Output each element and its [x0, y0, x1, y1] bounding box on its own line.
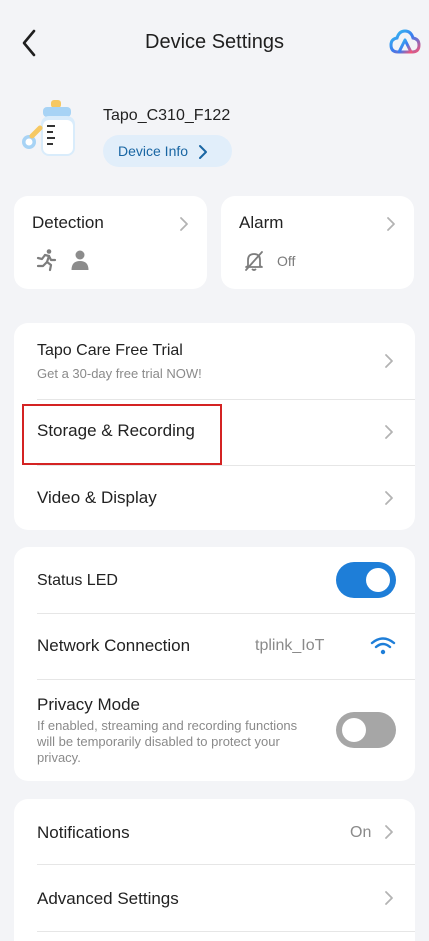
- tapo-care-row[interactable]: Tapo Care Free Trial Get a 30-day free t…: [14, 323, 414, 399]
- alarm-status: Off: [243, 250, 295, 272]
- highlight-box: [22, 404, 222, 465]
- detection-title: Detection: [32, 213, 104, 232]
- video-display-label: Video & Display: [37, 488, 157, 507]
- notifications-label: Notifications: [37, 823, 130, 842]
- status-led-toggle[interactable]: [336, 562, 396, 598]
- toggle-knob: [366, 568, 390, 592]
- person-detection-icon: [71, 250, 89, 270]
- page-title: Device Settings: [145, 31, 284, 53]
- privacy-mode-description: If enabled, streaming and recording func…: [37, 718, 298, 765]
- network-name: tplink_IoT: [255, 637, 325, 654]
- privacy-mode-label: Privacy Mode: [37, 695, 140, 714]
- privacy-mode-row: Privacy Mode If enabled, streaming and r…: [14, 680, 414, 781]
- tapo-care-title: Tapo Care Free Trial: [37, 342, 183, 359]
- device-info-button[interactable]: Device Info: [103, 135, 232, 167]
- alarm-card[interactable]: Alarm Off: [221, 196, 414, 289]
- baby-bottle-icon: [22, 100, 75, 156]
- system-card: Status LED Network Connection tplink_IoT…: [14, 547, 415, 781]
- alarm-off-icon: [245, 251, 263, 271]
- device-name: Tapo_C310_F122: [103, 107, 231, 124]
- chevron-right-icon: [387, 217, 395, 231]
- detection-card[interactable]: Detection: [14, 196, 207, 289]
- device-summary: Tapo_C310_F122 Device Info: [18, 96, 418, 176]
- chevron-right-icon: [385, 491, 393, 505]
- tapo-care-subtitle: Get a 30-day free trial NOW!: [37, 366, 202, 381]
- chevron-right-icon: [199, 145, 208, 159]
- chevron-right-icon: [385, 354, 393, 368]
- notifications-row[interactable]: Notifications On: [14, 799, 414, 864]
- motion-detection-icon: [36, 249, 57, 272]
- tapo-logo-icon[interactable]: [388, 26, 422, 60]
- chevron-right-icon: [180, 217, 188, 231]
- toggle-knob: [342, 718, 366, 742]
- device-info-label: Device Info: [118, 143, 189, 159]
- chevron-right-icon: [385, 825, 393, 839]
- advanced-settings-label: Advanced Settings: [37, 889, 179, 908]
- divider: [37, 931, 415, 932]
- advanced-settings-row[interactable]: Advanced Settings: [14, 865, 414, 931]
- status-led-row: Status LED: [14, 547, 414, 613]
- chevron-right-icon: [385, 891, 393, 905]
- video-display-row[interactable]: Video & Display: [14, 466, 414, 530]
- more-card: Notifications On Advanced Settings: [14, 799, 415, 941]
- notifications-value: On: [350, 824, 372, 841]
- alarm-title: Alarm: [239, 213, 284, 232]
- header: Device Settings: [0, 0, 429, 86]
- chevron-right-icon: [385, 425, 393, 439]
- network-connection-label: Network Connection: [37, 636, 191, 655]
- alarm-status-text: Off: [277, 253, 296, 269]
- wifi-icon: [370, 637, 396, 655]
- privacy-mode-toggle[interactable]: [336, 712, 396, 748]
- detection-icons: [34, 248, 90, 272]
- network-connection-row[interactable]: Network Connection tplink_IoT: [14, 614, 414, 679]
- status-led-label: Status LED: [37, 572, 118, 589]
